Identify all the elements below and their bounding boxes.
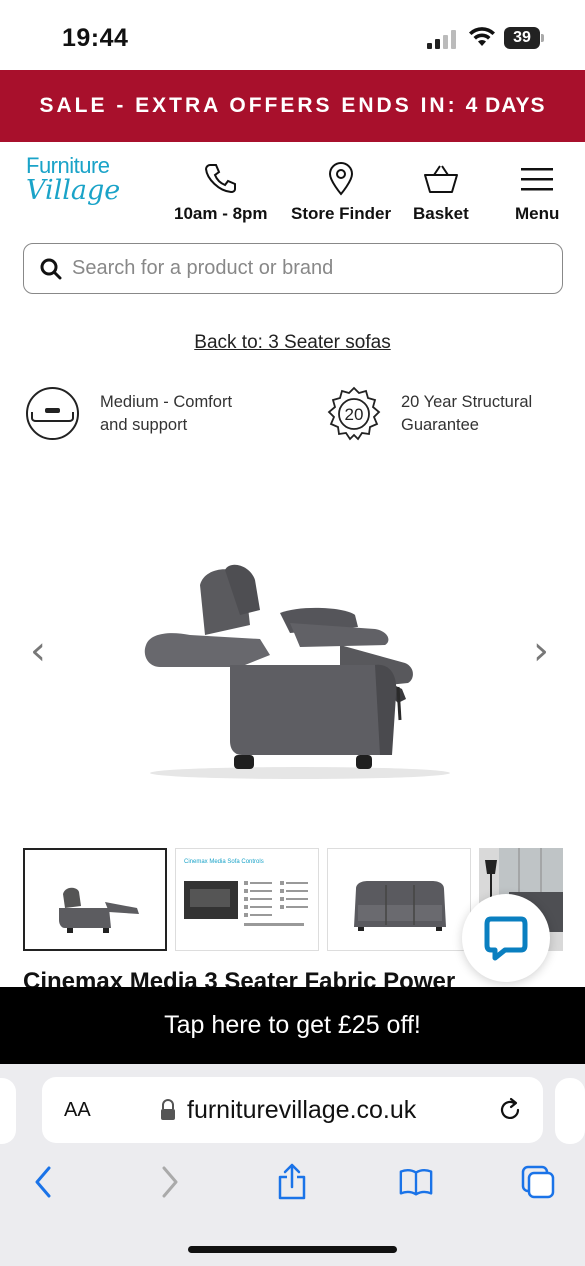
next-tab-preview[interactable] bbox=[555, 1078, 585, 1144]
menu-button[interactable]: Menu bbox=[515, 162, 559, 224]
menu-label: Menu bbox=[515, 204, 560, 223]
comfort-feature: Medium - Comfort and support bbox=[25, 386, 232, 441]
url-text: furniturevillage.co.uk bbox=[187, 1095, 417, 1124]
guarantee-badge-number: 20 bbox=[345, 405, 364, 424]
chevron-right-icon bbox=[162, 1166, 178, 1198]
gallery-prev-arrow[interactable]: ‹ bbox=[30, 628, 46, 674]
hamburger-menu-icon bbox=[521, 168, 554, 191]
thumbnail-3[interactable] bbox=[327, 848, 471, 951]
share-button[interactable] bbox=[274, 1162, 310, 1202]
sale-banner[interactable]: SALE - EXTRA OFFERS ENDS IN: 4 DAYS bbox=[0, 70, 585, 142]
reader-options-button[interactable]: AA bbox=[64, 1099, 91, 1122]
opening-hours-label: 10am - 8pm bbox=[174, 204, 268, 223]
home-indicator bbox=[188, 1246, 397, 1253]
bookmarks-button[interactable] bbox=[398, 1162, 434, 1202]
guarantee-line-1: 20 Year Structural bbox=[401, 393, 533, 411]
comfort-line-1: Medium - Comfort bbox=[100, 392, 233, 411]
guarantee-line-2: Guarantee bbox=[401, 416, 479, 434]
status-bar: 19:44 39 bbox=[0, 0, 585, 70]
search-bar[interactable] bbox=[23, 243, 563, 294]
logo-line-2: Village bbox=[26, 175, 121, 206]
guarantee-feature: 20 20 Year Structural Guarantee bbox=[326, 386, 532, 442]
sale-countdown: 4 DAYS bbox=[465, 94, 546, 117]
store-finder-link[interactable]: Store Finder bbox=[291, 162, 391, 224]
phone-icon bbox=[204, 164, 236, 194]
status-time: 19:44 bbox=[62, 24, 129, 52]
basket-icon bbox=[423, 165, 458, 193]
reload-icon[interactable] bbox=[497, 1097, 523, 1123]
store-finder-label: Store Finder bbox=[291, 204, 392, 223]
product-main-image[interactable] bbox=[130, 555, 475, 785]
thumbnail-sofa-side-image bbox=[59, 887, 139, 933]
browser-forward-button[interactable] bbox=[152, 1162, 188, 1202]
opening-hours-link[interactable]: 10am - 8pm bbox=[174, 162, 268, 224]
furniture-village-logo[interactable]: Furniture Village bbox=[26, 153, 136, 215]
gallery-next-arrow[interactable]: › bbox=[533, 628, 549, 674]
sale-banner-text: SALE - EXTRA OFFERS ENDS IN: bbox=[39, 94, 458, 117]
location-pin-icon bbox=[329, 162, 354, 196]
search-icon bbox=[40, 258, 62, 279]
browser-back-button[interactable] bbox=[25, 1162, 61, 1202]
thumbnail-controls-caption: Cinemax Media Sofa Controls bbox=[184, 859, 264, 865]
discount-promo-bar[interactable]: Tap here to get £25 off! bbox=[0, 987, 585, 1064]
thumbnail-controls-diagram: Cinemax Media Sofa Controls bbox=[184, 859, 308, 926]
chevron-left-icon bbox=[35, 1166, 51, 1198]
basket-link[interactable]: Basket bbox=[413, 162, 469, 224]
tabs-button[interactable] bbox=[520, 1162, 556, 1202]
wifi-icon bbox=[469, 27, 495, 46]
address-bar[interactable]: AA furniturevillage.co.uk bbox=[42, 1077, 543, 1143]
share-icon bbox=[278, 1163, 306, 1200]
back-to-category-link[interactable]: Back to: 3 Seater sofas bbox=[0, 332, 585, 354]
book-icon bbox=[399, 1169, 433, 1196]
cellular-signal-icon bbox=[427, 29, 459, 49]
seat-comfort-icon bbox=[26, 387, 79, 440]
chat-bubble-icon bbox=[484, 916, 528, 961]
live-chat-button[interactable] bbox=[462, 894, 550, 982]
thumbnail-2[interactable]: Cinemax Media Sofa Controls bbox=[175, 848, 319, 951]
tabs-icon bbox=[521, 1165, 555, 1199]
comfort-line-2: and support bbox=[100, 415, 188, 434]
thumbnail-1[interactable] bbox=[23, 848, 167, 951]
search-input[interactable] bbox=[72, 257, 532, 280]
basket-label: Basket bbox=[413, 204, 469, 223]
guarantee-badge-icon: 20 bbox=[327, 386, 381, 441]
lock-icon bbox=[161, 1099, 175, 1120]
battery-level: 39 bbox=[504, 27, 540, 49]
battery-icon: 39 bbox=[504, 27, 544, 49]
previous-tab-preview[interactable] bbox=[0, 1078, 16, 1144]
thumbnail-sofa-front-image bbox=[354, 881, 446, 931]
